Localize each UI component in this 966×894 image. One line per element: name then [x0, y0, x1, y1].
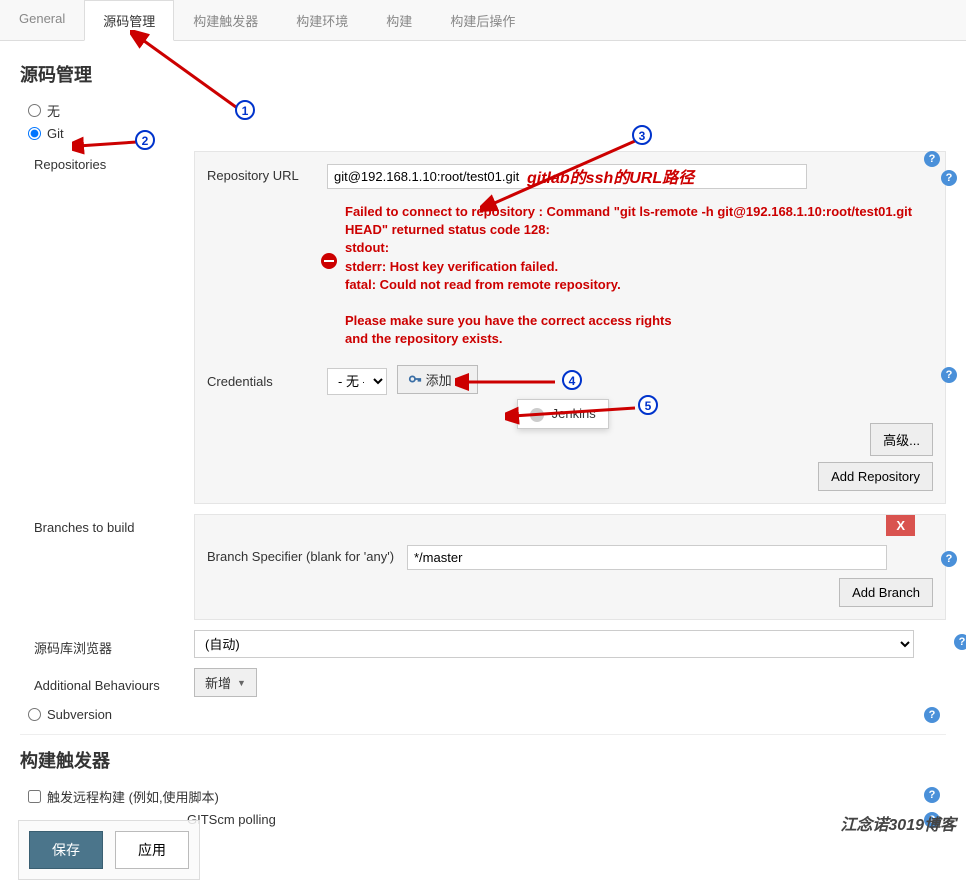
help-icon[interactable]: ?: [924, 707, 940, 723]
help-icon[interactable]: ?: [924, 787, 940, 803]
help-icon[interactable]: ?: [941, 367, 957, 383]
tab-triggers[interactable]: 构建触发器: [174, 0, 277, 40]
bottom-action-bar: 保存 应用: [18, 820, 200, 880]
trigger-gitscm-label: GITScm polling: [187, 812, 276, 827]
radio-subversion[interactable]: [28, 708, 41, 721]
watermark: 江念诺3019博客: [840, 811, 956, 835]
config-tabs: General 源码管理 构建触发器 构建环境 构建 构建后操作: [0, 0, 966, 41]
radio-git[interactable]: [28, 127, 41, 140]
error-icon: [321, 253, 337, 269]
radio-git-label: Git: [47, 126, 64, 141]
apply-button[interactable]: 应用: [115, 831, 189, 869]
triggers-section-title: 构建触发器: [20, 747, 946, 773]
add-behaviour-button[interactable]: 新增: [194, 668, 257, 697]
tab-build[interactable]: 构建: [367, 0, 431, 40]
repo-url-input[interactable]: [327, 164, 807, 189]
repo-error-message: Failed to connect to repository : Comman…: [327, 203, 933, 349]
branch-spec-input[interactable]: [407, 545, 887, 570]
add-branch-button[interactable]: Add Branch: [839, 578, 933, 607]
radio-none[interactable]: [28, 104, 41, 117]
add-repository-button[interactable]: Add Repository: [818, 462, 933, 491]
tab-scm[interactable]: 源码管理: [84, 0, 174, 41]
tab-general[interactable]: General: [0, 0, 84, 40]
scm-section-title: 源码管理: [20, 61, 946, 87]
delete-branch-button[interactable]: X: [886, 515, 915, 536]
jenkins-icon: [530, 408, 544, 422]
credentials-label: Credentials: [207, 370, 327, 389]
radio-subversion-label: Subversion: [47, 707, 112, 722]
credentials-select[interactable]: - 无 -: [327, 368, 387, 395]
help-icon[interactable]: ?: [954, 634, 966, 650]
branch-spec-label: Branch Specifier (blank for 'any'): [207, 545, 407, 564]
radio-none-label: 无: [47, 101, 60, 120]
trigger-remote-checkbox[interactable]: [28, 790, 41, 803]
advanced-button[interactable]: 高级...: [870, 423, 933, 456]
help-icon[interactable]: ?: [941, 551, 957, 567]
jenkins-option[interactable]: Jenkins: [552, 406, 596, 421]
repo-url-label: Repository URL: [207, 164, 327, 183]
tab-env[interactable]: 构建环境: [277, 0, 367, 40]
repo-browser-select[interactable]: (自动): [194, 630, 914, 658]
add-credentials-button[interactable]: 添加: [397, 365, 478, 394]
tab-post[interactable]: 构建后操作: [431, 0, 534, 40]
help-icon[interactable]: ?: [941, 170, 957, 186]
credentials-dropdown[interactable]: Jenkins: [517, 399, 609, 429]
save-button[interactable]: 保存: [29, 831, 103, 869]
key-icon: [408, 372, 422, 386]
browser-label: 源码库浏览器: [34, 632, 194, 657]
behaviours-label: Additional Behaviours: [34, 672, 194, 693]
branches-label: Branches to build: [34, 514, 194, 535]
trigger-remote-label: 触发远程构建 (例如,使用脚本): [47, 787, 219, 806]
help-icon[interactable]: ?: [924, 151, 940, 167]
repositories-label: Repositories: [34, 151, 194, 172]
